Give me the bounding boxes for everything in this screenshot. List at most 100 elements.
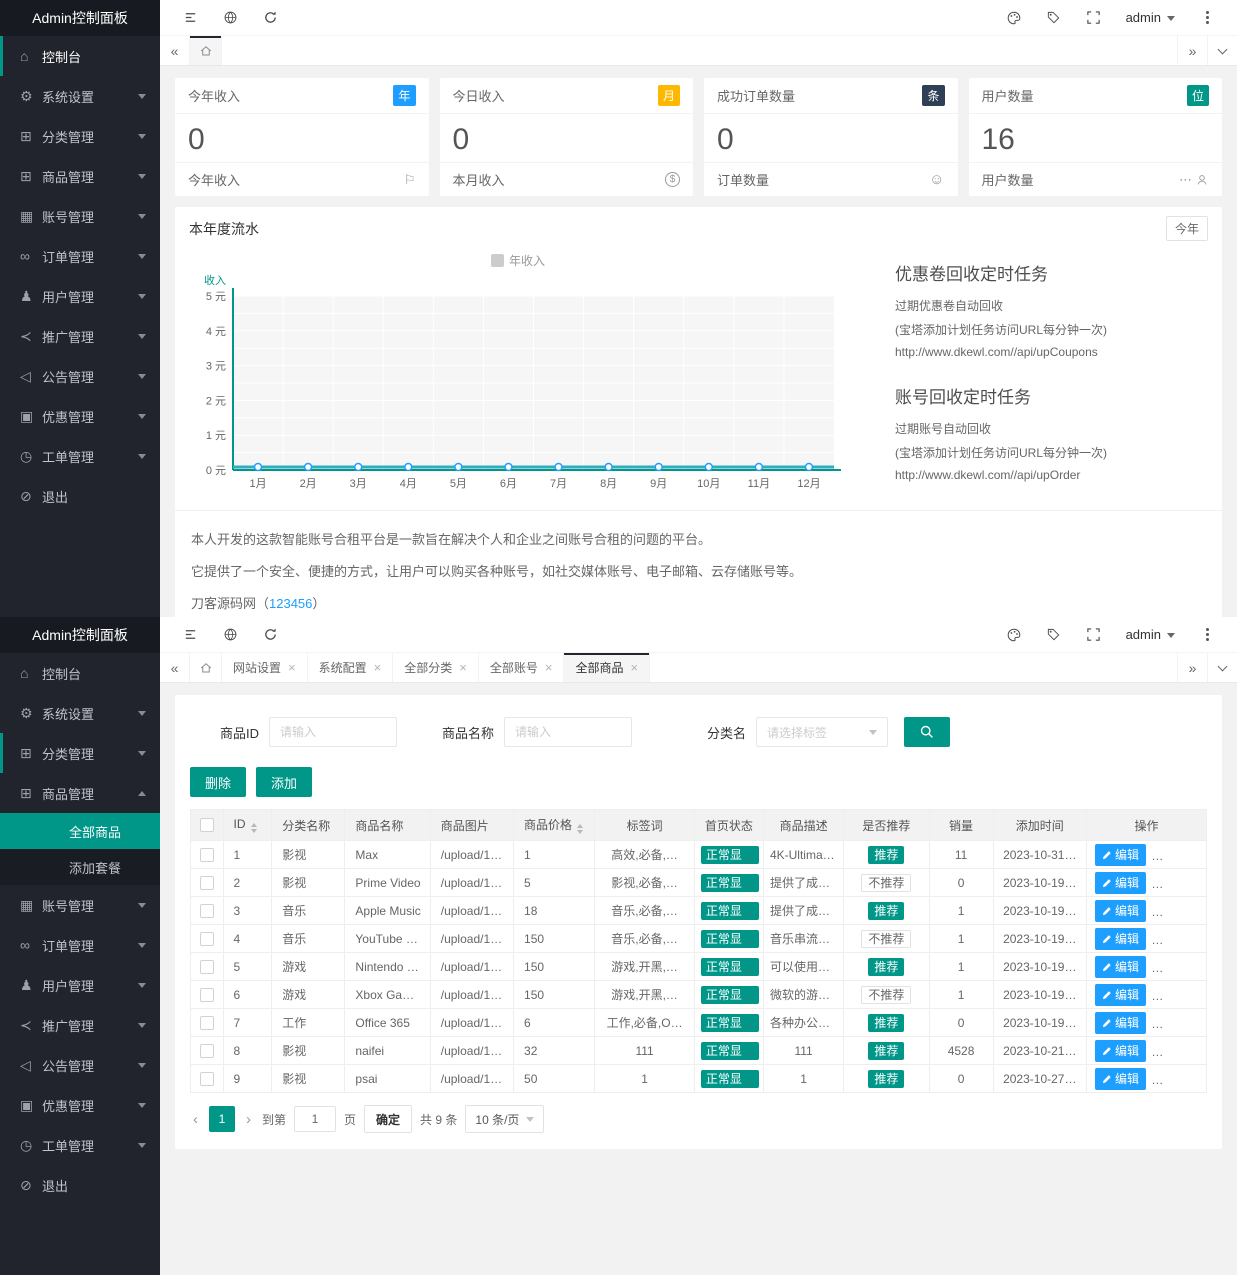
- delete-row-button[interactable]: 删除: [1153, 872, 1204, 894]
- tab[interactable]: 网站设置: [222, 653, 308, 682]
- sidebar-item[interactable]: 退出: [0, 1165, 160, 1205]
- tabs-scroll-left-icon[interactable]: [160, 653, 190, 682]
- delete-row-button[interactable]: 删除: [1153, 956, 1204, 978]
- edit-button[interactable]: 编辑: [1095, 1068, 1146, 1090]
- tab-home[interactable]: [190, 36, 222, 65]
- website-icon[interactable]: [210, 617, 250, 653]
- sidebar-item[interactable]: 账号管理: [0, 196, 160, 236]
- tag-icon[interactable]: [1034, 617, 1074, 653]
- source-link[interactable]: 123456: [269, 596, 312, 611]
- theme-palette-icon[interactable]: [994, 0, 1034, 36]
- sidebar-item[interactable]: 账号管理: [0, 885, 160, 925]
- delete-row-button[interactable]: 删除: [1153, 844, 1204, 866]
- edit-button[interactable]: 编辑: [1095, 1040, 1146, 1062]
- sidebar-item[interactable]: 推广管理: [0, 1005, 160, 1045]
- fullscreen-icon[interactable]: [1074, 0, 1114, 36]
- goto-page-input[interactable]: [294, 1106, 336, 1132]
- next-page-icon[interactable]: [243, 1111, 254, 1128]
- tabs-menu-icon[interactable]: [1207, 653, 1237, 682]
- row-checkbox[interactable]: [200, 932, 214, 946]
- tab-close-icon[interactable]: [374, 660, 382, 675]
- collapse-menu-icon[interactable]: [170, 0, 210, 36]
- delete-selected-button[interactable]: 删除: [190, 767, 246, 797]
- delete-row-button[interactable]: 删除: [1153, 928, 1204, 950]
- chart-legend[interactable]: 年收入: [189, 250, 847, 270]
- tab-close-icon[interactable]: [459, 660, 467, 675]
- tabs-scroll-left-icon[interactable]: [160, 36, 190, 65]
- tabs-menu-icon[interactable]: [1207, 36, 1237, 65]
- row-checkbox[interactable]: [200, 988, 214, 1002]
- row-checkbox[interactable]: [200, 960, 214, 974]
- delete-row-button[interactable]: 删除: [1153, 1068, 1204, 1090]
- sidebar-item[interactable]: 用户管理: [0, 276, 160, 316]
- sidebar-item[interactable]: 全部商品: [0, 813, 160, 849]
- edit-button[interactable]: 编辑: [1095, 900, 1146, 922]
- refresh-icon[interactable]: [250, 617, 290, 653]
- current-page[interactable]: 1: [209, 1106, 235, 1132]
- product-name-input[interactable]: [504, 717, 632, 747]
- add-product-button[interactable]: 添加: [256, 767, 312, 797]
- more-menu-icon[interactable]: [1187, 617, 1227, 653]
- prev-page-icon[interactable]: [190, 1111, 201, 1128]
- tab[interactable]: 全部分类: [393, 653, 479, 682]
- delete-row-button[interactable]: 删除: [1153, 984, 1204, 1006]
- tab-home[interactable]: [190, 653, 222, 682]
- tab-close-icon[interactable]: [630, 660, 638, 675]
- edit-button[interactable]: 编辑: [1095, 844, 1146, 866]
- sidebar-item[interactable]: 系统设置: [0, 693, 160, 733]
- refresh-icon[interactable]: [250, 0, 290, 36]
- theme-palette-icon[interactable]: [994, 617, 1034, 653]
- row-checkbox[interactable]: [200, 848, 214, 862]
- sidebar-item[interactable]: 公告管理: [0, 1045, 160, 1085]
- sidebar-item[interactable]: 商品管理: [0, 156, 160, 196]
- sidebar-item[interactable]: 公告管理: [0, 356, 160, 396]
- select-all-checkbox[interactable]: [200, 818, 214, 832]
- fullscreen-icon[interactable]: [1074, 617, 1114, 653]
- page-size-select[interactable]: 10 条/页: [465, 1105, 544, 1133]
- sort-id-icon[interactable]: [251, 823, 257, 833]
- sort-price-icon[interactable]: [577, 824, 583, 834]
- collapse-menu-icon[interactable]: [170, 617, 210, 653]
- sidebar-item[interactable]: 用户管理: [0, 965, 160, 1005]
- edit-button[interactable]: 编辑: [1095, 984, 1146, 1006]
- tab[interactable]: 全部商品: [564, 653, 650, 682]
- edit-button[interactable]: 编辑: [1095, 1012, 1146, 1034]
- product-id-input[interactable]: [269, 717, 397, 747]
- delete-row-button[interactable]: 删除: [1153, 1012, 1204, 1034]
- tab-close-icon[interactable]: [545, 660, 553, 675]
- row-checkbox[interactable]: [200, 1016, 214, 1030]
- website-icon[interactable]: [210, 0, 250, 36]
- sidebar-item[interactable]: 分类管理: [0, 733, 160, 773]
- sidebar-item[interactable]: 优惠管理: [0, 1085, 160, 1125]
- confirm-page-button[interactable]: 确定: [364, 1105, 412, 1133]
- row-checkbox[interactable]: [200, 904, 214, 918]
- sidebar-item[interactable]: 订单管理: [0, 925, 160, 965]
- sidebar-item[interactable]: 推广管理: [0, 316, 160, 356]
- row-checkbox[interactable]: [200, 876, 214, 890]
- year-range-button[interactable]: 今年: [1166, 216, 1208, 241]
- user-menu[interactable]: admin: [1114, 10, 1187, 25]
- sidebar-item[interactable]: 工单管理: [0, 436, 160, 476]
- tabs-scroll-right-icon[interactable]: [1177, 36, 1207, 65]
- edit-button[interactable]: 编辑: [1095, 956, 1146, 978]
- row-checkbox[interactable]: [200, 1044, 214, 1058]
- sidebar-item[interactable]: 退出: [0, 476, 160, 516]
- delete-row-button[interactable]: 删除: [1153, 1040, 1204, 1062]
- tabs-scroll-right-icon[interactable]: [1177, 653, 1207, 682]
- tab[interactable]: 全部账号: [479, 653, 565, 682]
- sidebar-item[interactable]: 控制台: [0, 653, 160, 693]
- sidebar-item[interactable]: 添加套餐: [0, 849, 160, 885]
- delete-row-button[interactable]: 删除: [1153, 900, 1204, 922]
- tab-close-icon[interactable]: [288, 660, 296, 675]
- edit-button[interactable]: 编辑: [1095, 872, 1146, 894]
- sidebar-item[interactable]: 分类管理: [0, 116, 160, 156]
- edit-button[interactable]: 编辑: [1095, 928, 1146, 950]
- sidebar-item[interactable]: 订单管理: [0, 236, 160, 276]
- tab[interactable]: 系统配置: [308, 653, 394, 682]
- sidebar-item[interactable]: 系统设置: [0, 76, 160, 116]
- sidebar-item[interactable]: 商品管理: [0, 773, 160, 813]
- user-menu[interactable]: admin: [1114, 627, 1187, 642]
- search-button[interactable]: [904, 717, 950, 747]
- more-menu-icon[interactable]: [1187, 0, 1227, 36]
- row-checkbox[interactable]: [200, 1072, 214, 1086]
